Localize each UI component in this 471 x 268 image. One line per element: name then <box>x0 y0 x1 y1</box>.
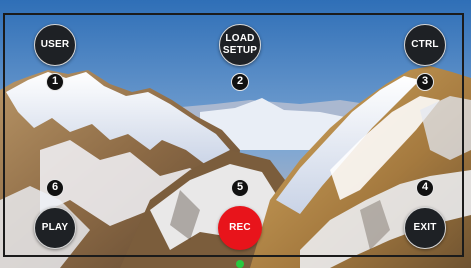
marker-2: 2 <box>231 73 249 91</box>
ctrl-button[interactable]: CTRL <box>404 24 446 66</box>
user-button-label: USER <box>40 39 70 50</box>
exit-button[interactable]: EXIT <box>404 207 446 249</box>
load-setup-button[interactable]: LOAD SETUP <box>219 24 261 66</box>
play-button-label: PLAY <box>41 222 69 233</box>
record-button[interactable]: REC <box>218 206 262 250</box>
ctrl-button-label: CTRL <box>411 39 439 50</box>
marker-6: 6 <box>46 179 64 197</box>
marker-4: 4 <box>416 179 434 197</box>
camera-screen: USER LOAD SETUP CTRL PLAY REC EXIT 1 2 3… <box>0 0 471 268</box>
marker-5: 5 <box>231 179 249 197</box>
marker-1: 1 <box>46 73 64 91</box>
play-button[interactable]: PLAY <box>34 207 76 249</box>
user-button[interactable]: USER <box>34 24 76 66</box>
record-button-label: REC <box>229 222 251 233</box>
load-setup-button-label: LOAD SETUP <box>222 33 258 56</box>
marker-3: 3 <box>416 73 434 91</box>
status-indicator-dot <box>236 260 244 268</box>
exit-button-label: EXIT <box>413 222 437 233</box>
